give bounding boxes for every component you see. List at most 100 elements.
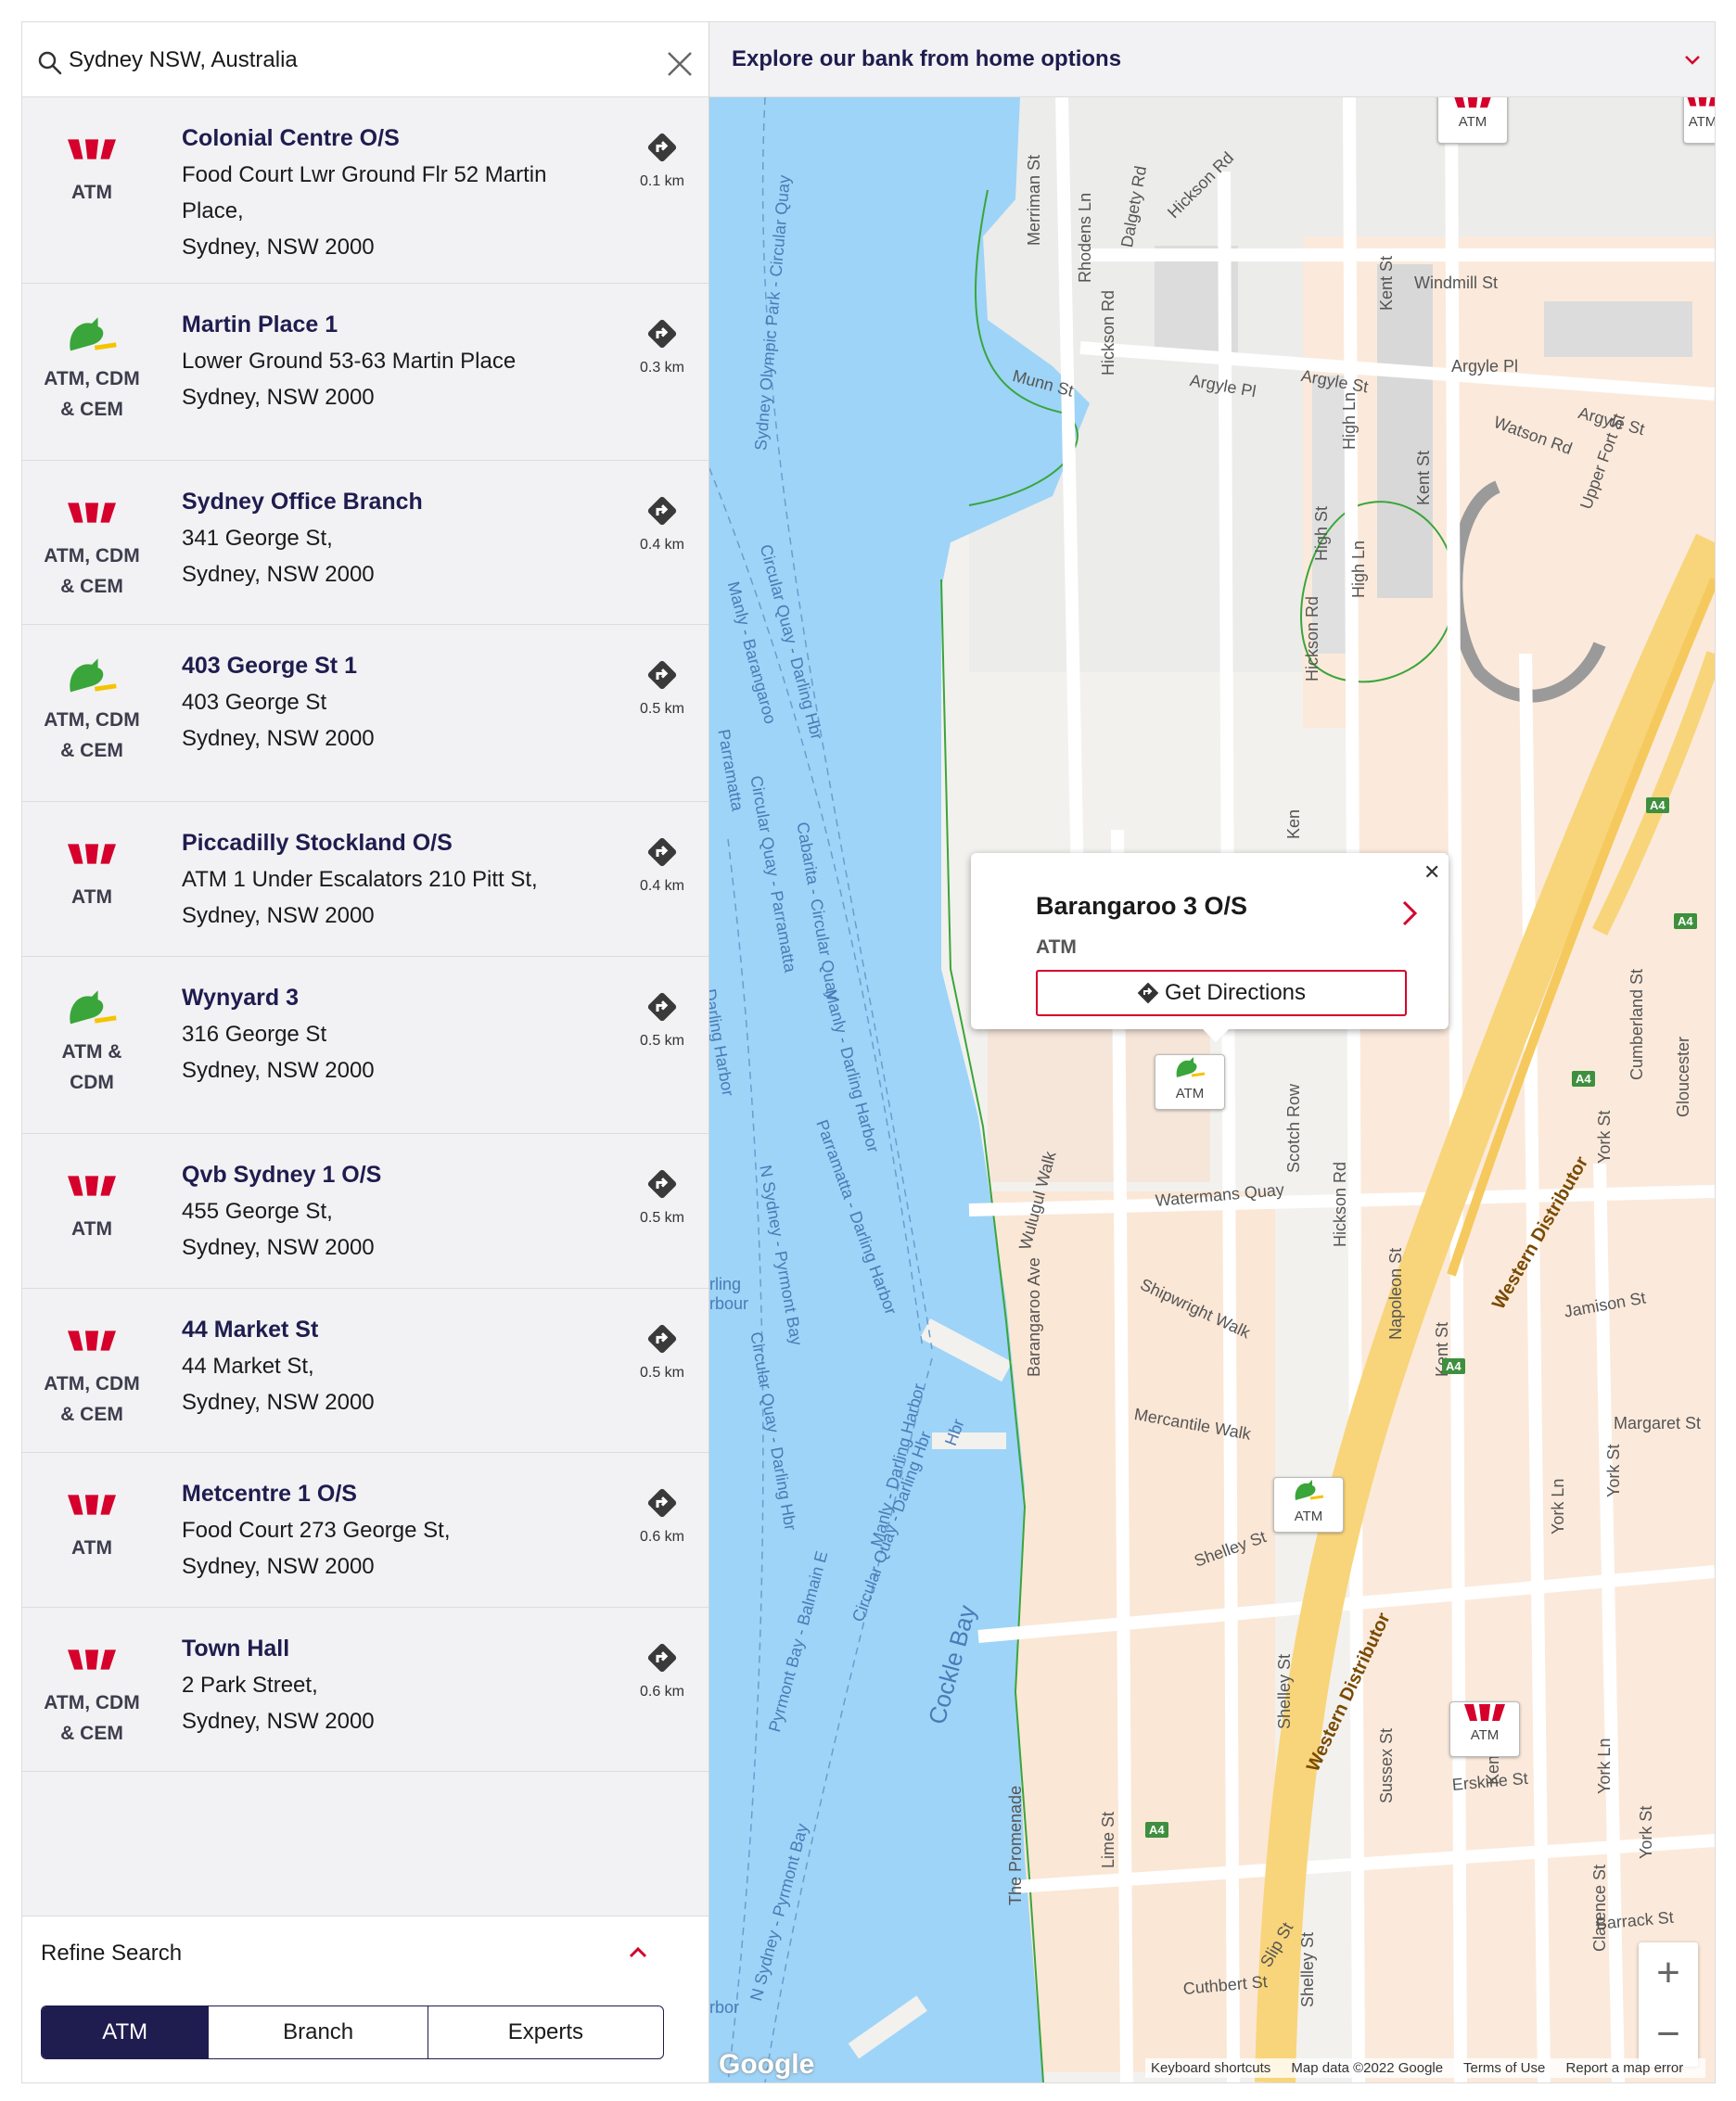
location-distance: 0.5 km — [639, 701, 684, 717]
filter-segmented-control: ATM Branch Experts — [41, 2006, 664, 2059]
refine-search-toggle[interactable]: Refine Search — [22, 1916, 708, 1992]
location-list-item[interactable]: ATM, CDM & CEM Sydney Office Branch 341 Ge… — [22, 461, 708, 625]
road-badge: A4 — [1646, 797, 1669, 813]
get-directions-button[interactable]: Get Directions — [1036, 970, 1407, 1016]
location-list-item[interactable]: ATM & CDM Wynyard 3 316 George St Sydney, … — [22, 957, 708, 1134]
location-address: 455 George St, Sydney, NSW 2000 — [182, 1199, 375, 1260]
close-icon[interactable] — [666, 50, 694, 78]
google-logo: Google — [719, 2049, 815, 2080]
report-error-link[interactable]: Report a map error — [1566, 2060, 1684, 2076]
location-list-item[interactable]: ATM, CDM & CEM 44 Market St 44 Market St, … — [22, 1289, 708, 1453]
location-name[interactable]: Town Hall — [182, 1636, 289, 1662]
location-list-item[interactable]: ATM, CDM & CEM Martin Place 1 Lower Ground… — [22, 284, 708, 461]
location-popup: ✕ Barangaroo 3 O/S ATM Get Directions — [971, 853, 1449, 1042]
zoom-out-button[interactable]: − — [1639, 2004, 1698, 2065]
location-list-item[interactable]: ATM Metcentre 1 O/S Food Court 273 George … — [22, 1453, 708, 1608]
westpac-logo-icon — [68, 139, 116, 159]
water-route-label: rbor — [709, 1998, 740, 2017]
directions-button[interactable]: 0.1 km — [634, 129, 690, 190]
location-name[interactable]: Piccadilly Stockland O/S — [182, 830, 453, 857]
street-label: Gloucester — [1674, 1036, 1692, 1117]
street-label: York Ln — [1549, 1478, 1567, 1534]
filter-branch-button[interactable]: Branch — [209, 2006, 428, 2058]
street-label: York Ln — [1595, 1738, 1614, 1794]
street-label: Sussex St — [1377, 1727, 1396, 1803]
directions-button[interactable]: 0.6 km — [634, 1639, 690, 1700]
location-name[interactable]: Metcentre 1 O/S — [182, 1481, 357, 1508]
street-label: Shelley St — [1298, 1931, 1317, 2007]
dragon-logo-icon — [70, 990, 117, 1025]
options-dropdown[interactable]: Explore our bank from home options — [709, 22, 1715, 97]
directions-button[interactable]: 0.5 km — [634, 988, 690, 1050]
map-marker-westpac[interactable]: ATM — [1437, 97, 1508, 144]
map-marker-westpac[interactable]: ATM — [1449, 1701, 1520, 1757]
directions-icon — [647, 837, 677, 867]
dragon-logo-icon — [1295, 1480, 1324, 1500]
westpac-logo-icon — [68, 844, 116, 864]
directions-icon — [647, 133, 677, 162]
brand-logo — [59, 1641, 124, 1678]
directions-button[interactable]: 0.3 km — [634, 315, 690, 376]
directions-icon — [647, 1488, 677, 1518]
street-label: Hickson Rd — [1099, 289, 1117, 376]
zoom-in-button[interactable]: + — [1639, 1942, 1698, 2004]
location-list-item[interactable]: ATM Piccadilly Stockland O/S ATM 1 Under E… — [22, 802, 708, 957]
location-name[interactable]: Wynyard 3 — [182, 985, 299, 1012]
directions-button[interactable]: 0.5 km — [634, 656, 690, 718]
street-label: Argyle Pl — [1451, 357, 1519, 376]
westpac-logo-icon — [1687, 97, 1715, 107]
location-type: ATM — [71, 182, 112, 203]
street-label: Margaret St — [1614, 1414, 1702, 1432]
location-type: ATM — [71, 1537, 112, 1559]
directions-button[interactable]: 0.4 km — [634, 492, 690, 554]
keyboard-shortcuts-link[interactable]: Keyboard shortcuts — [1151, 2060, 1270, 2076]
filter-experts-button[interactable]: Experts — [428, 2006, 663, 2058]
street-label: Clarence St — [1590, 1864, 1609, 1952]
search-input[interactable] — [67, 39, 627, 82]
get-directions-label: Get Directions — [1164, 980, 1307, 1005]
app-window: ATM Colonial Centre O/S Food Court Lwr Gro… — [21, 21, 1716, 2083]
map-marker-stgeorge-selected[interactable]: ATM — [1155, 1054, 1225, 1110]
location-distance: 0.4 km — [639, 878, 684, 894]
location-type: ATM, CDM & CEM — [44, 1373, 140, 1425]
location-name[interactable]: 44 Market St — [182, 1317, 318, 1343]
street-label: Kent St — [1414, 450, 1433, 505]
location-name[interactable]: Colonial Centre O/S — [182, 125, 400, 152]
directions-button[interactable]: 0.5 km — [634, 1320, 690, 1382]
location-type: ATM, CDM & CEM — [44, 1692, 140, 1744]
map-view[interactable]: Merriman St Rhodens Ln Dalgety Rd Hickson R… — [709, 97, 1715, 2082]
location-name[interactable]: Martin Place 1 — [182, 312, 338, 338]
road-badge: A4 — [1572, 1071, 1595, 1087]
chevron-right-icon[interactable] — [1401, 899, 1418, 927]
directions-button[interactable]: 0.6 km — [634, 1484, 690, 1546]
filter-atm-button[interactable]: ATM — [42, 2006, 210, 2058]
location-distance: 0.4 km — [639, 537, 684, 553]
location-list-item[interactable]: ATM Qvb Sydney 1 O/S 455 George St, Sydney… — [22, 1134, 708, 1289]
street-label: Windmill St — [1414, 274, 1499, 292]
refine-search-label: Refine Search — [41, 1941, 183, 1966]
map-marker-label: ATM — [1458, 114, 1487, 130]
map-marker-westpac[interactable]: ATM — [1683, 97, 1715, 144]
directions-button[interactable]: 0.4 km — [634, 834, 690, 895]
terms-link[interactable]: Terms of Use — [1463, 2060, 1545, 2076]
close-icon[interactable]: ✕ — [1423, 860, 1440, 885]
brand-logo — [59, 1167, 124, 1204]
brand-logo — [59, 1486, 124, 1523]
dragon-logo-icon — [70, 317, 117, 351]
map-marker-label: ATM — [1294, 1509, 1323, 1524]
location-type: ATM — [71, 1218, 112, 1240]
dragon-logo-icon — [1176, 1057, 1206, 1077]
location-list-item[interactable]: ATM Colonial Centre O/S Food Court Lwr Gro… — [22, 97, 708, 284]
location-distance: 0.5 km — [639, 1210, 684, 1226]
map-marker-stgeorge[interactable]: ATM — [1273, 1477, 1344, 1533]
street-label: High Ln — [1340, 391, 1359, 450]
location-name[interactable]: 403 George St 1 — [182, 653, 357, 680]
location-list-item[interactable]: ATM, CDM & CEM 403 George St 1 403 George … — [22, 625, 708, 802]
location-distance: 0.5 km — [639, 1033, 684, 1049]
directions-button[interactable]: 0.5 km — [634, 1165, 690, 1227]
street-label: Lime St — [1099, 1811, 1117, 1868]
location-name[interactable]: Qvb Sydney 1 O/S — [182, 1162, 381, 1189]
location-name[interactable]: Sydney Office Branch — [182, 489, 423, 516]
location-list-item[interactable]: ATM, CDM & CEM Town Hall 2 Park Street, Sy… — [22, 1608, 708, 1772]
street-label: York St — [1637, 1805, 1655, 1859]
